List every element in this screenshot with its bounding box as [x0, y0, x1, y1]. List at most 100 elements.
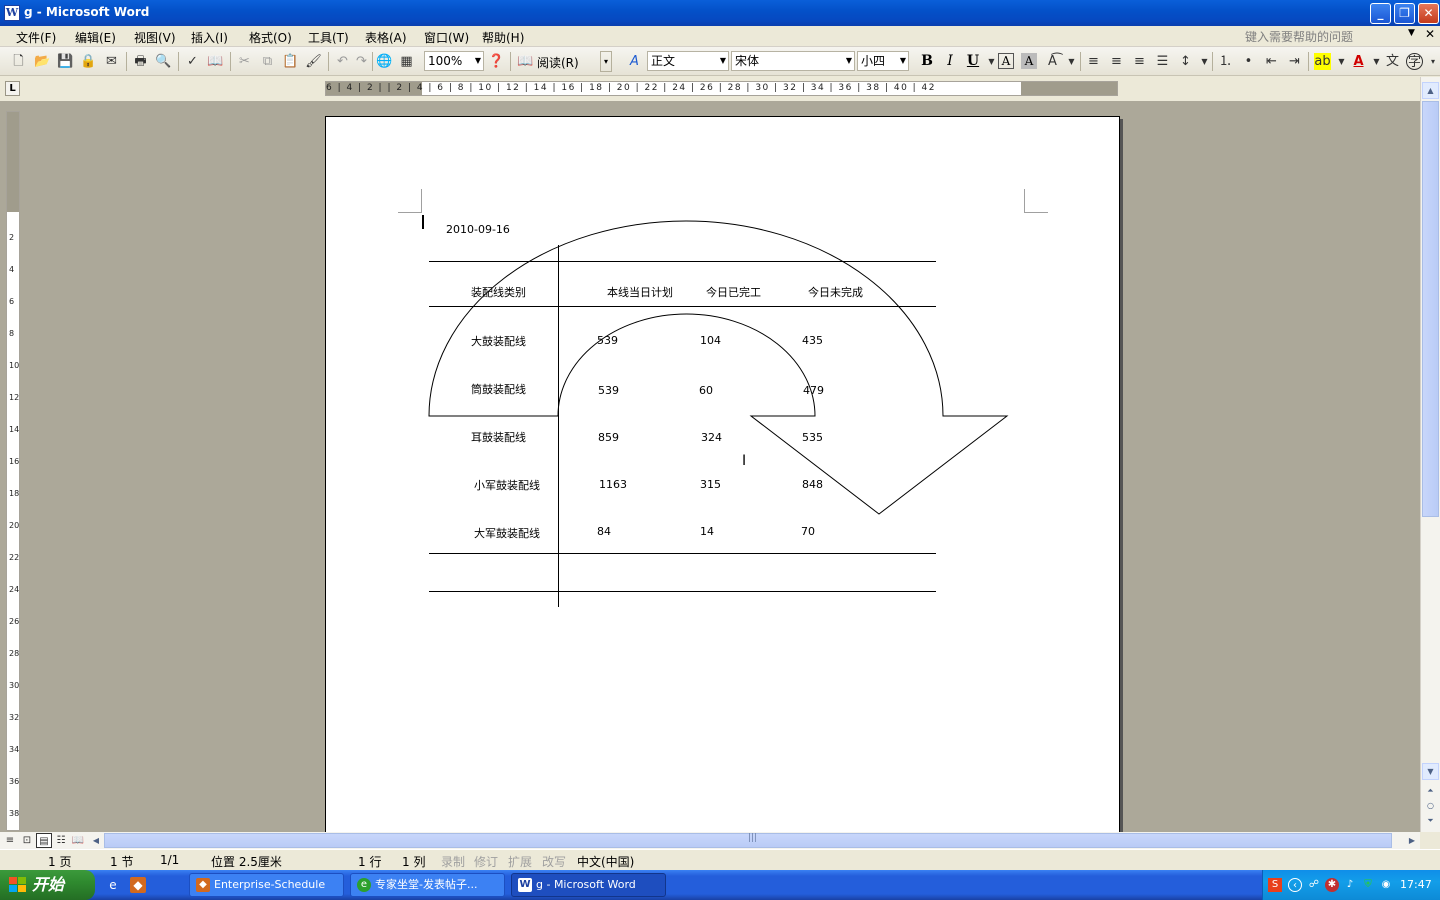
task-expert-forum[interactable]: e 专家坐堂-发表帖子... — [350, 873, 505, 897]
task-microsoft-word[interactable]: W g - Microsoft Word — [511, 873, 666, 897]
menu-edit[interactable]: 编辑(E) — [75, 29, 116, 46]
zoom-select[interactable]: 100% ▼ — [424, 51, 484, 71]
vertical-ruler[interactable]: 2 4 6 8 10 12 14 16 18 20 22 24 26 28 30 32 34 36 38 — [6, 111, 20, 831]
document-page[interactable]: 2010-09-16 装配线类别 本线当日计划 今日已完工 今日未完成 大鼓装配… — [325, 116, 1120, 832]
char-shading-button[interactable]: A — [1021, 53, 1037, 69]
menu-table[interactable]: 表格(A) — [365, 29, 407, 46]
undo-icon[interactable]: ↶ — [334, 53, 351, 70]
decrease-indent-icon[interactable]: ⇤ — [1263, 53, 1280, 70]
menu-window[interactable]: 窗口(W) — [424, 29, 469, 46]
new-document-icon[interactable]: 🗋 — [10, 53, 27, 70]
menu-file[interactable]: 文件(F) — [16, 29, 56, 46]
security-icon[interactable]: ✱ — [1325, 878, 1339, 892]
read-mode-button[interactable]: 阅读(R) — [537, 54, 579, 71]
help-icon[interactable]: ❓ — [488, 53, 505, 70]
horizontal-ruler[interactable]: 6 | 4 | 2 | | 2 | 4 | 6 | 8 | 10 | 12 | … — [325, 81, 1118, 96]
bullets-icon[interactable]: • — [1240, 53, 1257, 70]
font-color-dropdown-icon[interactable]: ▼ — [1368, 53, 1385, 70]
toolbar-more-icon[interactable]: ▾ — [1428, 53, 1438, 70]
chevron-down-icon[interactable]: ▼ — [475, 52, 481, 70]
highlight-icon[interactable]: ab — [1314, 53, 1331, 70]
font-select[interactable]: 宋体 ▼ — [731, 51, 855, 71]
web-view-icon[interactable]: ⊡ — [19, 833, 35, 848]
enclose-char-icon[interactable]: 字 — [1406, 53, 1423, 70]
font-color-icon[interactable]: A — [1350, 53, 1367, 70]
minimize-button[interactable]: _ — [1370, 3, 1391, 24]
chevron-down-icon[interactable]: ▼ — [846, 52, 852, 70]
chevron-down-icon[interactable]: ▼ — [900, 52, 906, 70]
normal-view-icon[interactable]: ≡ — [2, 833, 18, 848]
status-track-changes[interactable]: 修订 — [474, 853, 498, 870]
research-icon[interactable]: 📖 — [207, 53, 224, 70]
horizontal-scrollbar[interactable]: ◀ ||| ▶ — [88, 832, 1420, 849]
shield-icon[interactable]: ⛨ — [1361, 878, 1375, 892]
status-overtype[interactable]: 改写 — [542, 853, 566, 870]
print-icon[interactable]: 🖶 — [132, 53, 149, 70]
vertical-scrollbar[interactable]: ▲ ▼ ⏶ ○ ⏷ — [1420, 77, 1440, 832]
antivirus-icon[interactable]: ◉ — [1379, 878, 1393, 892]
menu-tools[interactable]: 工具(T) — [308, 29, 349, 46]
print-preview-icon[interactable]: 🔍 — [155, 53, 172, 70]
bold-button[interactable]: B — [917, 52, 937, 71]
status-extend[interactable]: 扩展 — [508, 853, 532, 870]
vertical-scroll-thumb[interactable] — [1422, 101, 1439, 517]
numbering-icon[interactable]: ⒈ — [1217, 53, 1234, 70]
network-icon[interactable]: ☍ — [1307, 878, 1321, 892]
print-layout-view-icon[interactable]: ▤ — [36, 833, 52, 848]
open-folder-icon[interactable]: 📂 — [34, 53, 51, 70]
tab-selector-icon[interactable]: L — [5, 81, 20, 96]
scroll-right-icon[interactable]: ▶ — [1404, 832, 1420, 849]
task-enterprise-schedule[interactable]: ◆ Enterprise-Schedule — [189, 873, 344, 897]
justify-icon[interactable]: ☰ — [1154, 53, 1171, 70]
read-mode-icon[interactable]: 📖 — [517, 53, 534, 70]
spelling-icon[interactable]: ✓ — [184, 53, 201, 70]
document-area[interactable]: 2 4 6 8 10 12 14 16 18 20 22 24 26 28 30 32 34 36 38 2010-… — [0, 101, 1420, 832]
align-left-icon[interactable]: ≡ — [1085, 53, 1102, 70]
redo-icon[interactable]: ↷ — [353, 53, 370, 70]
italic-button[interactable]: I — [940, 52, 960, 71]
help-search-input[interactable]: 键入需要帮助的问题 — [1240, 28, 1420, 45]
align-center-icon[interactable]: ≡ — [1108, 53, 1125, 70]
permission-icon[interactable]: 🔒 — [80, 53, 97, 70]
paste-icon[interactable]: 📋 — [282, 53, 299, 70]
underline-button[interactable]: U — [963, 52, 983, 71]
close-button[interactable]: ✕ — [1418, 3, 1439, 24]
app-quicklaunch-icon[interactable]: ◆ — [130, 877, 146, 893]
chevron-down-icon[interactable]: ▼ — [720, 52, 726, 70]
email-icon[interactable]: ✉ — [103, 53, 120, 70]
cut-icon[interactable]: ✂ — [236, 53, 253, 70]
toolbar-options-icon[interactable]: ▾ — [600, 51, 612, 72]
char-border-button[interactable]: A — [998, 53, 1014, 69]
copy-icon[interactable]: ⧉ — [259, 53, 276, 70]
restore-button[interactable]: ❐ — [1394, 3, 1415, 24]
increase-indent-icon[interactable]: ⇥ — [1286, 53, 1303, 70]
tray-expand-icon[interactable]: ‹ — [1288, 878, 1302, 892]
menu-help[interactable]: 帮助(H) — [482, 29, 524, 46]
save-icon[interactable]: 💾 — [57, 53, 74, 70]
u-turn-arrow-shape[interactable] — [326, 117, 1121, 832]
outline-view-icon[interactable]: ☷ — [53, 833, 69, 848]
line-spacing-dropdown-icon[interactable]: ▼ — [1196, 53, 1213, 70]
hyperlink-icon[interactable]: 🌐 — [376, 53, 393, 70]
scroll-left-icon[interactable]: ◀ — [88, 832, 104, 849]
format-painter-icon[interactable]: 🖌 — [305, 53, 322, 70]
align-right-icon[interactable]: ≡ — [1131, 53, 1148, 70]
highlight-dropdown-icon[interactable]: ▼ — [1333, 53, 1350, 70]
line-spacing-icon[interactable]: ↕ — [1177, 53, 1194, 70]
status-record[interactable]: 录制 — [441, 853, 465, 870]
reading-view-icon[interactable]: 📖 — [70, 833, 86, 848]
word-app-icon[interactable]: W — [4, 5, 20, 21]
help-dropdown-icon[interactable]: ▼ — [1408, 28, 1415, 38]
phonetic-guide-icon[interactable]: 文 — [1384, 53, 1401, 70]
ime-icon[interactable]: S — [1268, 878, 1282, 892]
char-scale-dropdown-icon[interactable]: ▼ — [1063, 53, 1080, 70]
table-icon[interactable]: ▦ — [398, 53, 415, 70]
ie-quicklaunch-icon[interactable]: e — [105, 877, 121, 893]
next-page-icon[interactable]: ⏷ — [1422, 813, 1439, 830]
menu-format[interactable]: 格式(O) — [249, 29, 292, 46]
scroll-up-icon[interactable]: ▲ — [1422, 82, 1439, 99]
scroll-down-icon[interactable]: ▼ — [1422, 763, 1439, 780]
volume-icon[interactable]: ♪ — [1343, 878, 1357, 892]
styles-pane-icon[interactable]: A — [626, 53, 643, 70]
document-close-icon[interactable]: ✕ — [1425, 27, 1435, 41]
